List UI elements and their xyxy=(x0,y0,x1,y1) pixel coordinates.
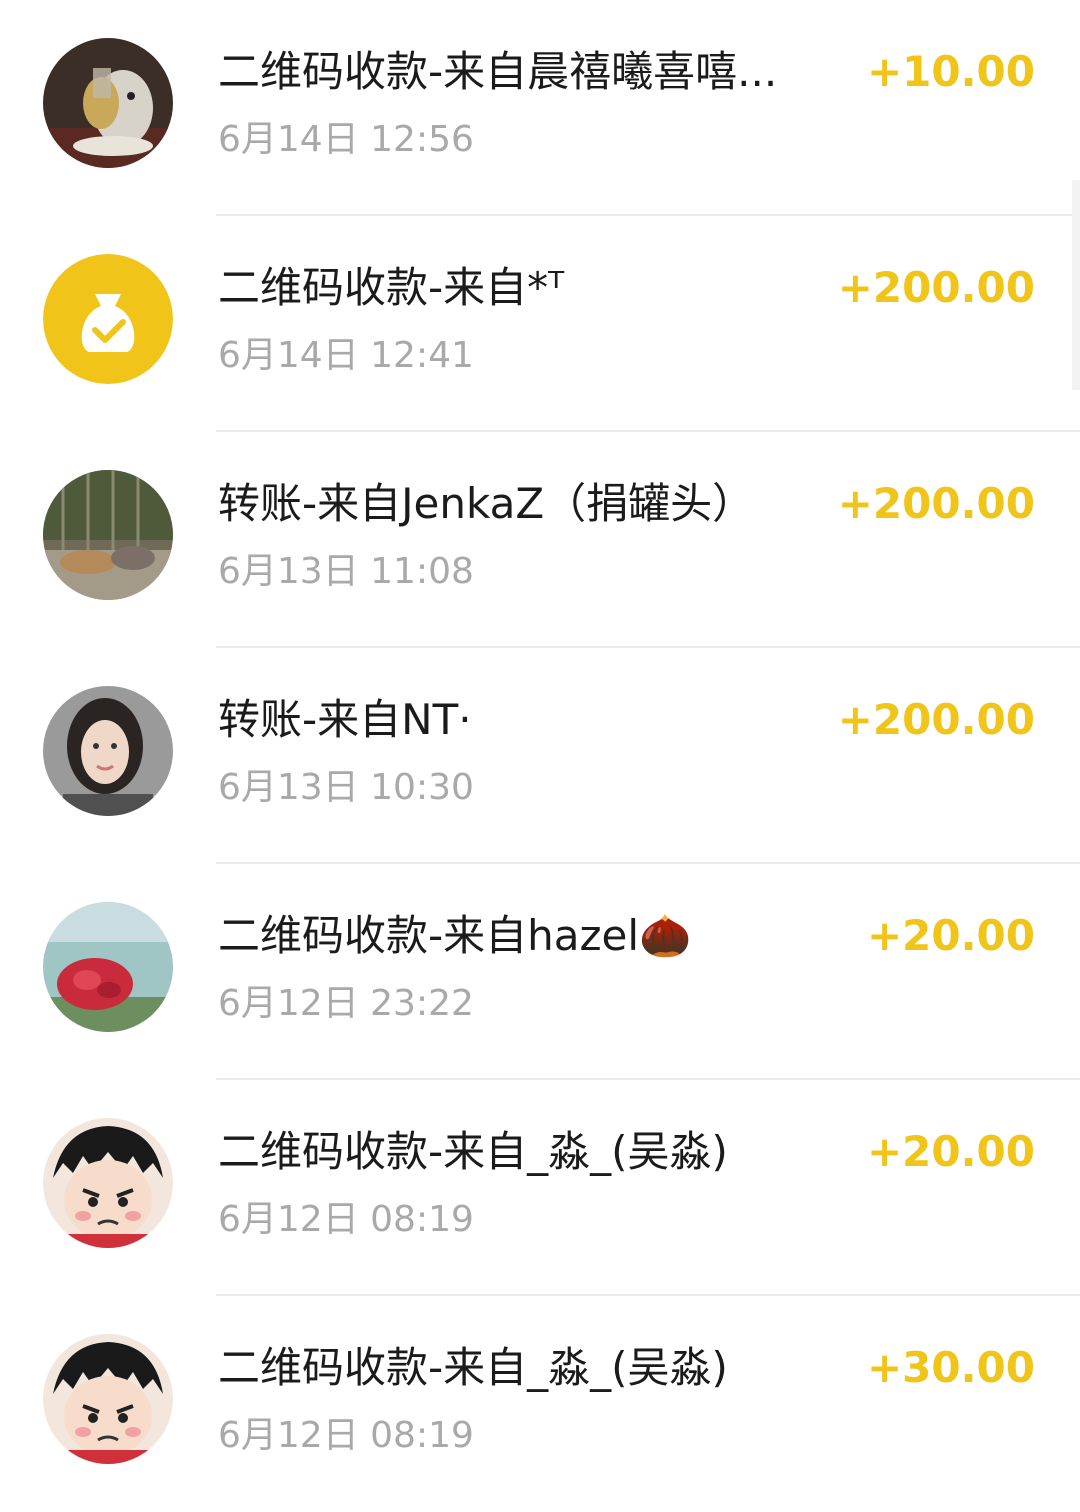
transaction-row[interactable]: 二维码收款-来自晨禧曦喜嘻... 6月14日 12:56 +10.00 xyxy=(0,0,1080,216)
transaction-time: 6月12日 08:19 xyxy=(218,1199,474,1240)
transaction-row[interactable]: 二维码收款-来自_淼_(吴淼) 6月12日 08:19 +30.00 xyxy=(0,1296,1080,1512)
transaction-amount: +10.00 xyxy=(866,47,1035,96)
transaction-row[interactable]: 转账-来自NT· 6月13日 10:30 +200.00 xyxy=(0,648,1080,864)
woman-photo-avatar xyxy=(43,686,173,816)
transaction-title: 二维码收款-来自晨禧曦喜嘻... xyxy=(218,47,778,96)
cartoon-boy-avatar xyxy=(43,1334,173,1464)
transaction-row[interactable]: 二维码收款-来自hazel🌰 6月12日 23:22 +20.00 xyxy=(0,864,1080,1080)
transaction-row[interactable]: 转账-来自JenkaZ（捐罐头） 6月13日 11:08 +200.00 xyxy=(0,432,1080,648)
transaction-amount: +30.00 xyxy=(866,1343,1035,1392)
transaction-title: 二维码收款-来自_淼_(吴淼) xyxy=(218,1343,728,1392)
scrollbar[interactable] xyxy=(1072,180,1080,390)
money-bag-icon xyxy=(43,254,173,384)
transaction-row[interactable]: 二维码收款-来自_淼_(吴淼) 6月12日 08:19 +20.00 xyxy=(0,1080,1080,1296)
transaction-amount: +200.00 xyxy=(837,263,1035,312)
transaction-amount: +200.00 xyxy=(837,695,1035,744)
transaction-title: 二维码收款-来自hazel🌰 xyxy=(218,911,692,960)
transaction-title: 二维码收款-来自*ᵀ xyxy=(218,263,565,312)
transaction-time: 6月12日 23:22 xyxy=(218,983,474,1024)
red-flowers-photo-avatar xyxy=(43,902,173,1032)
transaction-title: 转账-来自NT· xyxy=(218,695,472,744)
transaction-title: 转账-来自JenkaZ（捐罐头） xyxy=(218,479,755,528)
transaction-amount: +200.00 xyxy=(837,479,1035,528)
transaction-amount: +20.00 xyxy=(866,911,1035,960)
cartoon-boy-avatar xyxy=(43,1118,173,1248)
cat-photo-avatar xyxy=(43,38,173,168)
transaction-amount: +20.00 xyxy=(866,1127,1035,1176)
transaction-list: 二维码收款-来自晨禧曦喜嘻... 6月14日 12:56 +10.00 二维码收… xyxy=(0,0,1080,1475)
transaction-time: 6月13日 10:30 xyxy=(218,767,474,808)
transaction-title: 二维码收款-来自_淼_(吴淼) xyxy=(218,1127,728,1176)
transaction-row[interactable]: 二维码收款-来自*ᵀ 6月14日 12:41 +200.00 xyxy=(0,216,1080,432)
transaction-time: 6月14日 12:56 xyxy=(218,119,474,160)
transaction-time: 6月12日 08:19 xyxy=(218,1415,474,1456)
transaction-time: 6月14日 12:41 xyxy=(218,335,474,376)
cats-outdoor-photo-avatar xyxy=(43,470,173,600)
transaction-time: 6月13日 11:08 xyxy=(218,551,474,592)
